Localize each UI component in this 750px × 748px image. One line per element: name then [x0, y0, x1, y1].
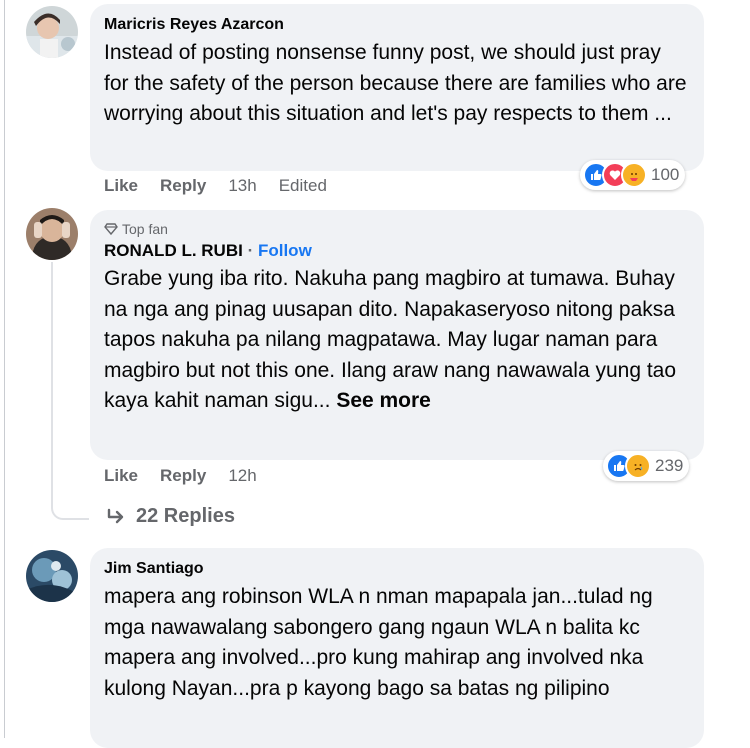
comment-bubble: Maricris Reyes Azarcon Instead of postin…: [90, 4, 704, 171]
reply-button[interactable]: Reply: [160, 176, 206, 196]
reply-arrow-icon: [107, 508, 124, 523]
profile-photo: [26, 550, 78, 602]
comment-author[interactable]: Jim Santiago: [104, 558, 690, 580]
replies-label: 22 Replies: [136, 505, 235, 527]
reaction-summary[interactable]: 100: [580, 160, 686, 190]
like-button[interactable]: Like: [104, 466, 138, 486]
diamond-icon: [104, 223, 118, 236]
timestamp[interactable]: 12h: [228, 466, 256, 486]
comment-actions: Like Reply 12h: [104, 466, 279, 486]
comment-author[interactable]: Maricris Reyes Azarcon: [104, 14, 690, 36]
edited-label: Edited: [278, 176, 327, 195]
page-border: [4, 0, 5, 738]
comment-author[interactable]: RONALD L. RUBI: [104, 241, 243, 260]
reaction-summary[interactable]: 239: [603, 451, 690, 481]
reaction-count: 239: [655, 456, 684, 475]
avatar[interactable]: [26, 208, 78, 260]
comment-text: Instead of posting nonsense funny post, …: [104, 41, 687, 125]
care-icon: [621, 162, 647, 188]
comment-author-line: RONALD L. RUBI · Follow: [104, 240, 690, 262]
profile-photo: [26, 208, 78, 260]
avatar[interactable]: [26, 6, 78, 58]
thread-line: [51, 262, 53, 494]
like-button[interactable]: Like: [104, 176, 138, 196]
comment-text: Grabe yung iba rito. Nakuha pang magbiro…: [104, 264, 690, 417]
reply-button[interactable]: Reply: [160, 466, 206, 486]
timestamp[interactable]: 13h: [228, 176, 256, 196]
separator: ·: [247, 241, 254, 260]
comment-actions: Like Reply 13h Edited: [104, 176, 327, 196]
comment-bubble: Jim Santiago mapera ang robinson WLA n n…: [90, 548, 704, 748]
comment-bubble: Top fan RONALD L. RUBI · Follow Grabe yu…: [90, 210, 704, 460]
comment-text: mapera ang robinson WLA n nman mapapala …: [104, 585, 653, 700]
top-fan-badge: Top fan: [104, 220, 690, 238]
thread-connector: [51, 494, 89, 520]
sad-icon: [625, 453, 651, 479]
top-fan-label: Top fan: [122, 221, 168, 237]
view-replies-button[interactable]: 22 Replies: [106, 505, 235, 528]
see-more-link[interactable]: See more: [336, 389, 431, 412]
follow-button[interactable]: Follow: [258, 241, 312, 260]
profile-photo: [26, 6, 78, 58]
reaction-count: 100: [651, 165, 680, 184]
avatar[interactable]: [26, 550, 78, 602]
